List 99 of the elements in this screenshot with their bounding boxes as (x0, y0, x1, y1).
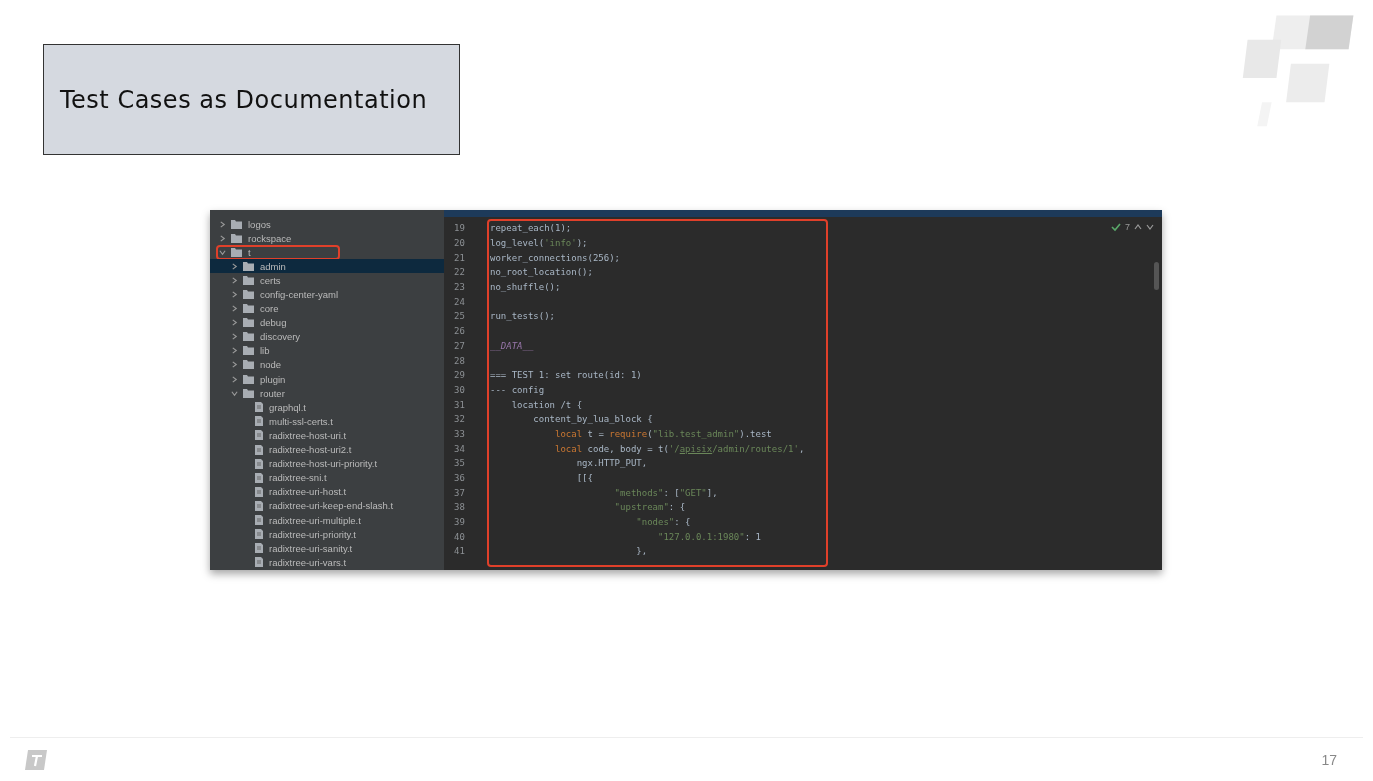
file-icon (255, 515, 263, 525)
code-line: no_root_location(); (490, 267, 593, 278)
line-number: 26 (453, 326, 466, 337)
tree-item[interactable]: radixtree-uri-multiple.t (210, 512, 444, 528)
line-number: 31 (453, 399, 466, 410)
folder-icon (243, 332, 254, 342)
line-number: 37 (453, 487, 466, 498)
tree-item[interactable]: radixtree-host-uri-priority.t (210, 456, 444, 471)
tree-item[interactable]: graphql.t (210, 400, 444, 415)
logo-icon (25, 749, 47, 770)
code-line: [[{ (575, 473, 593, 484)
line-number: 22 (453, 267, 466, 278)
line-number: 28 (453, 355, 466, 366)
code-line: content_by_lua_block { (532, 414, 653, 425)
folder-icon (243, 290, 254, 299)
tree-item[interactable]: radixtree-uri-vars.t (210, 555, 444, 570)
folder-icon (231, 247, 242, 257)
tree-item[interactable]: radixtree-uri-host.t (210, 484, 444, 499)
folder-icon (243, 360, 254, 370)
tree-item[interactable]: radixtree-uri-keep-end-slash.t (210, 498, 444, 513)
tree-item[interactable]: radixtree-sni.t (210, 470, 444, 485)
line-number: 33 (453, 428, 466, 439)
tree-item[interactable]: config-center-yaml (210, 287, 444, 302)
code-line: "nodes": { (635, 517, 691, 528)
page-number: 17 (1321, 751, 1337, 768)
code-line: local code, body = t('/apisix/admin/routes/1', (554, 443, 805, 454)
folder-icon (243, 388, 254, 398)
line-number: 39 (453, 517, 466, 528)
line-number: 25 (453, 311, 466, 322)
folder-icon (243, 304, 254, 314)
tree-item[interactable]: router (210, 386, 444, 401)
file-icon (255, 529, 263, 540)
code-line: local t = require("lib.test_admin").test (554, 428, 772, 439)
line-number: 29 (453, 370, 466, 381)
folder-icon (243, 318, 254, 328)
tree-item[interactable]: admin (210, 259, 444, 274)
tree-item[interactable]: lib (210, 343, 444, 358)
file-icon (255, 543, 263, 554)
file-icon (255, 430, 263, 441)
slide-title: Test Cases as Documentation (60, 85, 428, 114)
file-icon (255, 500, 263, 511)
folder-icon (231, 219, 242, 229)
folder-icon (243, 261, 254, 271)
tree-item[interactable]: radixtree-uri-sanity.t (210, 541, 444, 556)
tree-item[interactable]: logos (210, 217, 444, 232)
code-line: location /t { (510, 399, 583, 410)
line-number: 38 (453, 502, 466, 513)
line-number: 21 (453, 252, 466, 263)
tree-item[interactable]: debug (210, 315, 444, 330)
file-icon (255, 444, 263, 455)
file-icon (255, 458, 263, 469)
line-number: 20 (453, 238, 466, 249)
check-icon (1111, 222, 1121, 232)
code-line: worker_connections(256); (490, 252, 621, 263)
line-number: 23 (453, 282, 466, 293)
code-line: __DATA__ (490, 340, 534, 351)
file-icon (255, 486, 263, 497)
inspection-count: 7 (1125, 222, 1130, 232)
code-line: }, (635, 546, 648, 557)
code-line: --- config (490, 384, 545, 395)
code-line: log_level('info'); (490, 238, 588, 249)
folder-icon (243, 346, 254, 356)
code-line: repeat_each(1); (490, 223, 572, 234)
caret-down-icon[interactable] (1146, 224, 1154, 230)
file-icon (255, 416, 263, 427)
line-number: 24 (453, 296, 466, 307)
tree-item[interactable]: plugin (210, 372, 444, 387)
tree-item[interactable]: multi-ssl-certs.t (210, 414, 444, 429)
line-number: 19 (453, 223, 466, 234)
file-icon (255, 557, 263, 568)
caret-up-icon[interactable] (1134, 224, 1142, 230)
code-line: run_tests(); (490, 311, 556, 322)
line-number: 40 (453, 531, 466, 542)
folder-icon (231, 233, 242, 243)
line-number: 27 (453, 340, 466, 351)
tree-item[interactable]: certs (210, 273, 444, 288)
tree-item[interactable]: radixtree-host-uri.t (210, 428, 444, 443)
line-number: 32 (453, 414, 466, 425)
file-icon (255, 472, 263, 483)
line-number: 34 (453, 443, 466, 454)
line-number: 36 (453, 473, 466, 484)
tree-item[interactable]: radixtree-uri-priority.t (210, 527, 444, 542)
code-line: === TEST 1: set route(id: 1) (490, 370, 642, 381)
code-line: "upstream": { (613, 502, 686, 513)
line-number: 35 (453, 458, 466, 469)
tree-item[interactable]: discovery (210, 329, 444, 344)
tree-item[interactable]: radixtree-host-uri2.t (210, 442, 444, 457)
code-line: "methods": ["GET"], (613, 487, 718, 498)
tree-item[interactable]: node (210, 357, 444, 373)
tree-item[interactable]: rockspace (210, 231, 444, 246)
file-icon (255, 402, 263, 413)
line-number: 41 (453, 546, 466, 557)
line-number: 30 (453, 384, 466, 395)
folder-icon (243, 374, 254, 384)
code-line: "127.0.0.1:1980": 1 (656, 531, 761, 542)
code-line: ngx.HTTP_PUT, (575, 458, 648, 469)
scrollbar[interactable] (1154, 262, 1159, 290)
tree-item[interactable]: core (210, 301, 444, 316)
code-line: no_shuffle(); (490, 282, 561, 293)
